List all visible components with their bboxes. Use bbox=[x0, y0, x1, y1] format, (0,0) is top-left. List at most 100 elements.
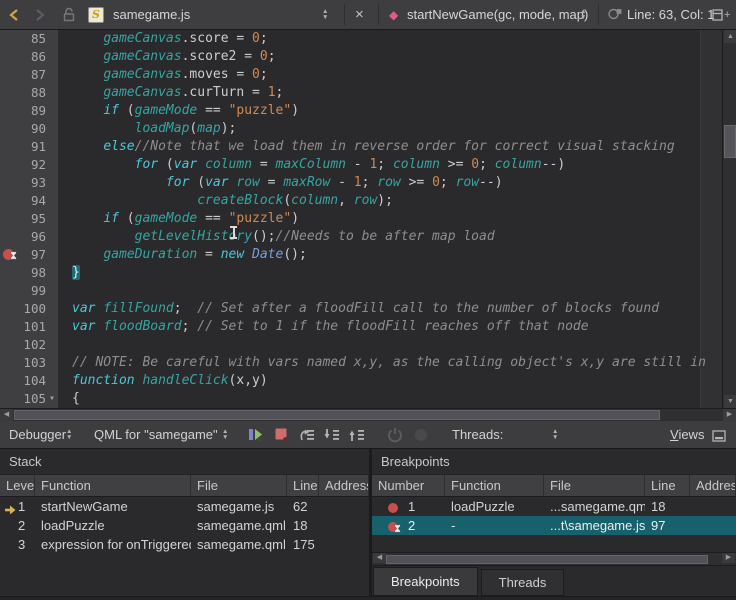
breakpoint-margin[interactable] bbox=[0, 246, 20, 264]
fold-marker-icon[interactable] bbox=[46, 174, 58, 192]
fold-marker-icon[interactable] bbox=[46, 300, 58, 318]
gutter[interactable]: 90 bbox=[0, 120, 58, 138]
fold-marker-icon[interactable] bbox=[46, 336, 58, 354]
threads-dropdown[interactable]: Threads: bbox=[452, 421, 503, 448]
breakpoint-margin[interactable] bbox=[0, 192, 20, 210]
gutter[interactable]: 92 bbox=[0, 156, 58, 174]
code-line[interactable]: 92 for (var column = maxColumn - 1; colu… bbox=[0, 156, 722, 174]
line-number[interactable]: 88 bbox=[20, 84, 46, 102]
line-number[interactable]: 92 bbox=[20, 156, 46, 174]
code-line[interactable]: 103// NOTE: Be careful with vars named x… bbox=[0, 354, 722, 372]
breakpoint-dot-icon[interactable] bbox=[388, 503, 398, 513]
breakpoint-margin[interactable] bbox=[0, 138, 20, 156]
breakpoint-marker-icon[interactable] bbox=[3, 249, 14, 260]
symbol-dropdown-spinner[interactable]: ▲▼ bbox=[580, 0, 586, 29]
fold-marker-icon[interactable] bbox=[46, 66, 58, 84]
breakpoint-row[interactable]: 2-...t\samegame.js97 bbox=[372, 516, 736, 535]
horizontal-scrollbar-thumb[interactable] bbox=[386, 555, 708, 564]
code-line[interactable]: 93 for (var row = maxRow - 1; row >= 0; … bbox=[0, 174, 722, 192]
fold-marker-icon[interactable]: ▾ bbox=[46, 390, 58, 408]
fold-marker-icon[interactable] bbox=[46, 120, 58, 138]
stop-debug-icon[interactable] bbox=[273, 426, 291, 444]
code-line[interactable]: 85 gameCanvas.score = 0; bbox=[0, 30, 722, 48]
gutter[interactable]: 103 bbox=[0, 354, 58, 372]
symbol-dropdown[interactable]: startNewGame(gc, mode, map) bbox=[407, 0, 588, 29]
forward-icon[interactable] bbox=[34, 0, 46, 29]
stack-frame-row[interactable]: 1startNewGamesamegame.js62 bbox=[0, 497, 369, 516]
breakpoint-margin[interactable] bbox=[0, 282, 20, 300]
breakpoint-dot-icon[interactable] bbox=[388, 522, 398, 532]
line-number[interactable]: 101 bbox=[20, 318, 46, 336]
breakpoint-margin[interactable] bbox=[0, 120, 20, 138]
gutter[interactable]: 100 bbox=[0, 300, 58, 318]
gutter[interactable]: 86 bbox=[0, 48, 58, 66]
fold-marker-icon[interactable] bbox=[46, 210, 58, 228]
target-dropdown-spinner[interactable]: ▲▼ bbox=[222, 421, 228, 448]
fold-marker-icon[interactable] bbox=[46, 156, 58, 174]
lock-icon[interactable] bbox=[62, 0, 76, 29]
line-number[interactable]: 87 bbox=[20, 66, 46, 84]
code-line[interactable]: 97 gameDuration = new Date(); bbox=[0, 246, 722, 264]
code-line[interactable]: 100var fillFound; // Set after a floodFi… bbox=[0, 300, 722, 318]
code-line[interactable]: 101var floodBoard; // Set to 1 if the fl… bbox=[0, 318, 722, 336]
breakpoint-margin[interactable] bbox=[0, 48, 20, 66]
scroll-left-icon[interactable]: ◀ bbox=[373, 553, 386, 563]
breakpoint-margin[interactable] bbox=[0, 156, 20, 174]
gutter[interactable]: 94 bbox=[0, 192, 58, 210]
interrupt-icon[interactable] bbox=[386, 426, 404, 444]
split-editor-icon[interactable]: + bbox=[712, 0, 730, 29]
breakpoint-margin[interactable] bbox=[0, 102, 20, 120]
code-line[interactable]: 104function handleClick(x,y) bbox=[0, 372, 722, 390]
line-number[interactable]: 96 bbox=[20, 228, 46, 246]
step-into-icon[interactable] bbox=[323, 426, 341, 444]
threads-dropdown-spinner[interactable]: ▲▼ bbox=[552, 421, 558, 448]
line-number[interactable]: 105 bbox=[20, 390, 46, 408]
scroll-left-icon[interactable]: ◀ bbox=[0, 409, 13, 421]
vertical-scrollbar-thumb[interactable] bbox=[724, 125, 736, 158]
line-number[interactable]: 95 bbox=[20, 210, 46, 228]
line-number[interactable]: 86 bbox=[20, 48, 46, 66]
code-line[interactable]: 98} bbox=[0, 264, 722, 282]
step-over-icon[interactable] bbox=[298, 426, 316, 444]
code-line[interactable]: 86 gameCanvas.score2 = 0; bbox=[0, 48, 722, 66]
editor-vertical-scrollbar[interactable]: ▲ ▼ bbox=[722, 30, 736, 408]
code-line[interactable]: 89 if (gameMode == "puzzle") bbox=[0, 102, 722, 120]
gutter[interactable]: 102 bbox=[0, 336, 58, 354]
fold-marker-icon[interactable] bbox=[46, 138, 58, 156]
code-line[interactable]: 87 gameCanvas.moves = 0; bbox=[0, 66, 722, 84]
gutter[interactable]: 95 bbox=[0, 210, 58, 228]
gutter[interactable]: 87 bbox=[0, 66, 58, 84]
fold-marker-icon[interactable] bbox=[46, 318, 58, 336]
breakpoint-margin[interactable] bbox=[0, 66, 20, 84]
column-header[interactable]: File bbox=[191, 475, 287, 496]
code-line[interactable]: 94 createBlock(column, row); bbox=[0, 192, 722, 210]
column-header[interactable]: File bbox=[544, 475, 645, 496]
file-dropdown-spinner[interactable]: ▲▼ bbox=[322, 0, 328, 29]
fold-marker-icon[interactable] bbox=[46, 246, 58, 264]
stack-frame-row[interactable]: 2loadPuzzlesamegame.qml18 bbox=[0, 516, 369, 535]
fold-marker-icon[interactable] bbox=[46, 228, 58, 246]
fold-marker-icon[interactable] bbox=[46, 192, 58, 210]
fold-marker-icon[interactable] bbox=[46, 48, 58, 66]
code-line[interactable]: 99 bbox=[0, 282, 722, 300]
scroll-down-icon[interactable]: ▼ bbox=[724, 395, 736, 408]
code-line[interactable]: 95 if (gameMode == "puzzle") bbox=[0, 210, 722, 228]
breakpoint-margin[interactable] bbox=[0, 30, 20, 48]
gutter[interactable]: 98 bbox=[0, 264, 58, 282]
breakpoint-margin[interactable] bbox=[0, 174, 20, 192]
tab-breakpoints[interactable]: Breakpoints bbox=[373, 567, 478, 596]
breakpoint-margin[interactable] bbox=[0, 228, 20, 246]
scroll-right-icon[interactable]: ▶ bbox=[722, 553, 735, 563]
fold-marker-icon[interactable] bbox=[46, 102, 58, 120]
line-number[interactable]: 91 bbox=[20, 138, 46, 156]
line-number[interactable]: 90 bbox=[20, 120, 46, 138]
gutter[interactable]: 105▾ bbox=[0, 390, 58, 408]
line-number[interactable]: 99 bbox=[20, 282, 46, 300]
views-panel-icon[interactable] bbox=[712, 429, 730, 447]
annotation-icon[interactable] bbox=[607, 0, 623, 29]
column-header[interactable]: Address bbox=[690, 475, 736, 496]
breakpoint-margin[interactable] bbox=[0, 336, 20, 354]
column-header[interactable]: Level bbox=[0, 475, 35, 496]
breakpoint-margin[interactable] bbox=[0, 84, 20, 102]
line-number[interactable]: 103 bbox=[20, 354, 46, 372]
